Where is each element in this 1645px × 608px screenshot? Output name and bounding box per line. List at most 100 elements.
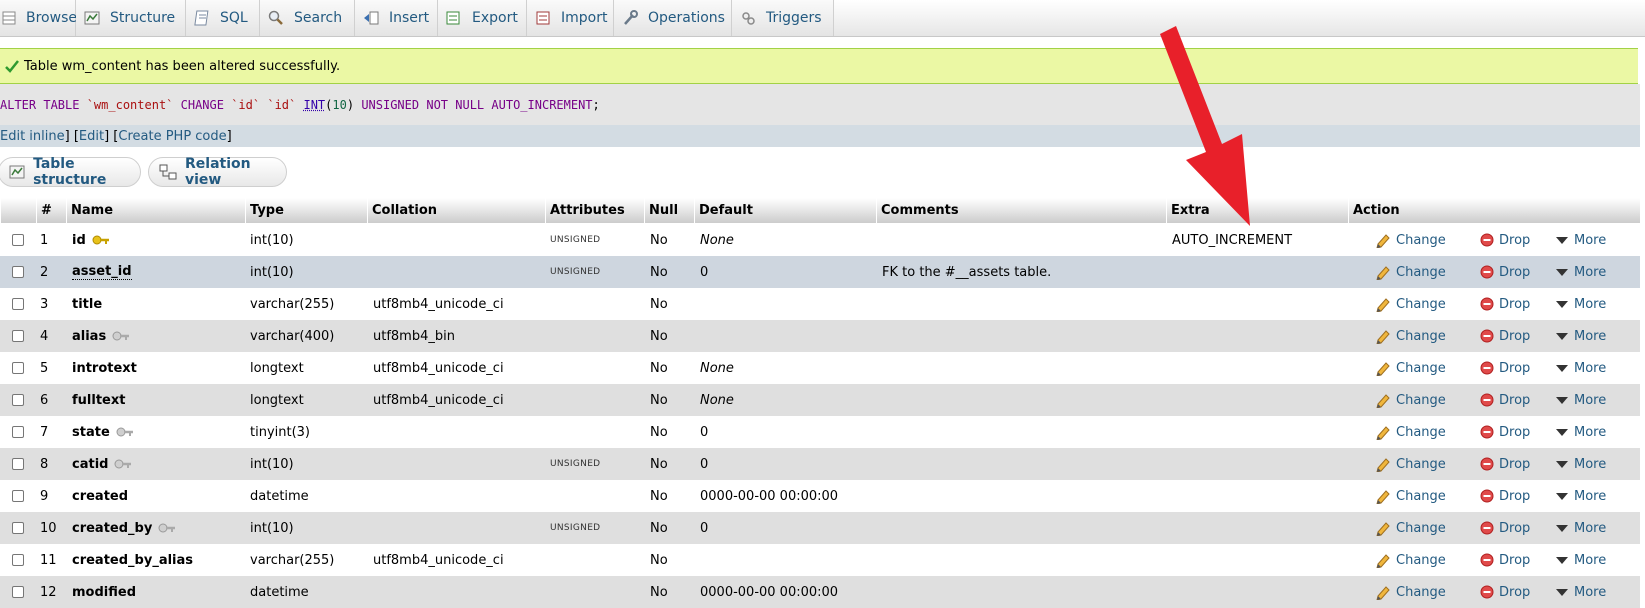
header-attributes[interactable]: Attributes	[545, 198, 644, 223]
subtab-relation-view[interactable]: Relation view	[148, 156, 287, 188]
row-checkbox[interactable]	[12, 266, 24, 278]
change-action[interactable]: Change	[1375, 416, 1446, 448]
column-name[interactable]: id	[72, 233, 86, 248]
drop-action[interactable]: Drop	[1480, 480, 1530, 512]
change-action[interactable]: Change	[1375, 320, 1446, 352]
edit-inline-link[interactable]: Edit inline	[0, 129, 65, 144]
column-name[interactable]: created	[72, 489, 128, 504]
header-name[interactable]: Name	[66, 198, 245, 223]
drop-action[interactable]: Drop	[1480, 544, 1530, 576]
column-name-cell: asset_id	[72, 256, 132, 288]
row-checkbox[interactable]	[12, 490, 24, 502]
row-checkbox[interactable]	[12, 298, 24, 310]
drop-action[interactable]: Drop	[1480, 384, 1530, 416]
column-null: No	[650, 552, 668, 568]
tab-operations[interactable]: Operations	[614, 0, 732, 36]
change-action[interactable]: Change	[1375, 224, 1446, 256]
column-name[interactable]: state	[72, 425, 110, 440]
tab-insert[interactable]: Insert	[355, 0, 438, 36]
more-action[interactable]: More	[1555, 448, 1606, 480]
create-php-code-link[interactable]: Create PHP code	[118, 129, 226, 144]
row-checkbox[interactable]	[12, 458, 24, 470]
column-name[interactable]: asset_id	[72, 264, 132, 280]
more-action[interactable]: More	[1555, 416, 1606, 448]
drop-action[interactable]: Drop	[1480, 352, 1530, 384]
row-checkbox-cell	[12, 352, 24, 384]
edit-link[interactable]: Edit	[79, 129, 104, 144]
drop-action[interactable]: Drop	[1480, 416, 1530, 448]
drop-action[interactable]: Drop	[1480, 256, 1530, 288]
drop-action[interactable]: Drop	[1480, 448, 1530, 480]
change-label: Change	[1396, 264, 1446, 280]
row-checkbox[interactable]	[12, 554, 24, 566]
more-action[interactable]: More	[1555, 288, 1606, 320]
change-action[interactable]: Change	[1375, 384, 1446, 416]
red-arrow-annotation	[1160, 26, 1250, 226]
more-action[interactable]: More	[1555, 320, 1606, 352]
header-type[interactable]: Type	[245, 198, 367, 223]
row-checkbox[interactable]	[12, 586, 24, 598]
column-name[interactable]: catid	[72, 457, 108, 472]
column-name[interactable]: title	[72, 297, 102, 312]
more-action[interactable]: More	[1555, 384, 1606, 416]
tab-export[interactable]: Export	[438, 0, 527, 36]
more-action[interactable]: More	[1555, 256, 1606, 288]
change-action[interactable]: Change	[1375, 480, 1446, 512]
column-number: 9	[40, 488, 49, 504]
tab-browse[interactable]: Browse	[0, 0, 77, 36]
more-action[interactable]: More	[1555, 544, 1606, 576]
export-icon	[446, 10, 462, 26]
row-checkbox[interactable]	[12, 330, 24, 342]
pencil-icon	[1375, 456, 1391, 472]
header-collation[interactable]: Collation	[367, 198, 545, 223]
row-checkbox-cell	[12, 288, 24, 320]
sql-token: CHANGE	[173, 97, 232, 112]
header-null[interactable]: Null	[644, 198, 694, 223]
row-checkbox-cell	[12, 384, 24, 416]
more-action[interactable]: More	[1555, 480, 1606, 512]
chevron-down-icon	[1555, 555, 1569, 565]
drop-action[interactable]: Drop	[1480, 576, 1530, 608]
row-checkbox[interactable]	[12, 394, 24, 406]
drop-action[interactable]: Drop	[1480, 512, 1530, 544]
more-action[interactable]: More	[1555, 512, 1606, 544]
column-name[interactable]: modified	[72, 585, 136, 600]
column-name-cell: introtext	[72, 352, 137, 384]
column-name[interactable]: fulltext	[72, 393, 125, 408]
row-checkbox[interactable]	[12, 234, 24, 246]
row-checkbox[interactable]	[12, 522, 24, 534]
row-checkbox[interactable]	[12, 426, 24, 438]
drop-action[interactable]: Drop	[1480, 288, 1530, 320]
header-number[interactable]: #	[36, 198, 66, 223]
tab-structure[interactable]: Structure	[76, 0, 186, 36]
more-action[interactable]: More	[1555, 576, 1606, 608]
header-comments[interactable]: Comments	[876, 198, 1166, 223]
change-action[interactable]: Change	[1375, 352, 1446, 384]
header-default[interactable]: Default	[694, 198, 876, 223]
more-action[interactable]: More	[1555, 352, 1606, 384]
column-name-cell: fulltext	[72, 384, 125, 416]
change-action[interactable]: Change	[1375, 288, 1446, 320]
row-checkbox[interactable]	[12, 362, 24, 374]
more-action[interactable]: More	[1555, 224, 1606, 256]
tab-sql[interactable]: SQL	[186, 0, 260, 36]
column-name[interactable]: created_by_alias	[72, 553, 193, 568]
chevron-down-icon	[1555, 331, 1569, 341]
column-name[interactable]: created_by	[72, 521, 152, 536]
change-action[interactable]: Change	[1375, 448, 1446, 480]
change-action[interactable]: Change	[1375, 256, 1446, 288]
change-action[interactable]: Change	[1375, 576, 1446, 608]
column-name[interactable]: introtext	[72, 361, 137, 376]
drop-action[interactable]: Drop	[1480, 224, 1530, 256]
drop-icon	[1480, 425, 1494, 439]
change-action[interactable]: Change	[1375, 544, 1446, 576]
change-label: Change	[1396, 424, 1446, 440]
tab-import[interactable]: Import	[527, 0, 614, 36]
tab-search[interactable]: Search	[260, 0, 355, 36]
column-collation: utf8mb4_unicode_ci	[373, 360, 504, 376]
change-action[interactable]: Change	[1375, 512, 1446, 544]
column-name[interactable]: alias	[72, 329, 106, 344]
subtab-table-structure[interactable]: Table structure	[0, 156, 141, 188]
drop-action[interactable]: Drop	[1480, 320, 1530, 352]
tab-triggers[interactable]: Triggers	[732, 0, 834, 36]
